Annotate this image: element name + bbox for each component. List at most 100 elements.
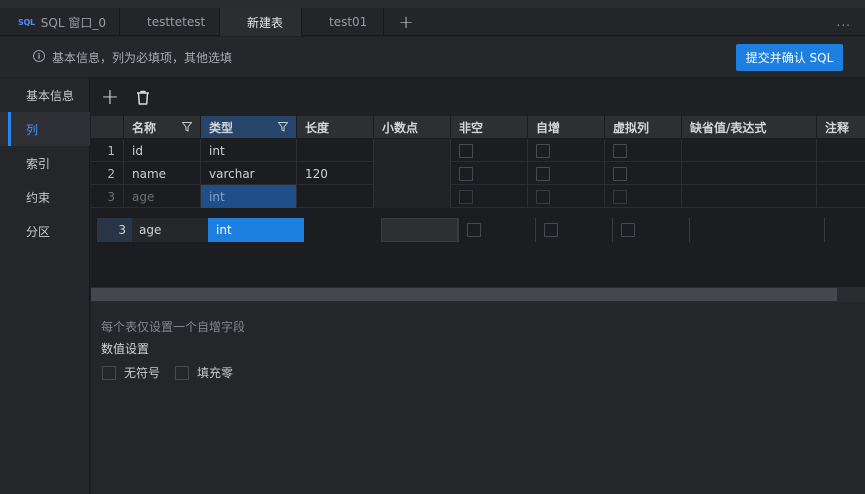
cell-comment[interactable] (817, 139, 865, 162)
column-toolbar: + (91, 78, 865, 116)
drag-cell-virtual (612, 218, 689, 242)
cell-type[interactable]: varchar (201, 162, 297, 185)
filter-icon[interactable] (278, 122, 288, 132)
option-label: 无符号 (124, 366, 161, 380)
cell-type[interactable]: int (201, 139, 297, 162)
cell-default[interactable] (682, 139, 817, 162)
cell-default[interactable] (682, 162, 817, 185)
submit-sql-button[interactable]: 提交并确认 SQL (736, 44, 843, 71)
auto-increment-checkbox (544, 223, 558, 237)
delete-icon[interactable] (132, 86, 154, 108)
sql-icon: SQL (18, 17, 35, 27)
virtual-checkbox (621, 223, 635, 237)
unsigned-checkbox[interactable] (102, 365, 116, 380)
more-tabs-icon[interactable]: ... (837, 8, 851, 36)
numeric-settings-title: 数值设置 (101, 342, 150, 356)
cell-name[interactable]: id (124, 139, 201, 162)
not-null-checkbox[interactable] (459, 166, 473, 181)
auto-increment-checkbox[interactable] (536, 143, 550, 158)
new-tab-button[interactable]: + (392, 8, 420, 36)
table-icon (312, 17, 323, 28)
cell-decimal[interactable] (374, 139, 451, 162)
cell-comment[interactable] (817, 185, 865, 208)
horizontal-scrollbar[interactable] (91, 287, 865, 302)
cell-length[interactable] (297, 185, 374, 208)
tab-sql-window[interactable]: SQL SQL 窗口_0 (8, 8, 120, 36)
tab-test01[interactable]: test01 (302, 8, 384, 36)
header-label: 名称 (132, 120, 157, 135)
cell-comment[interactable] (817, 162, 865, 185)
sidebar-item-constraints[interactable]: 约束 (0, 180, 90, 214)
drag-cell-decimal (381, 218, 458, 242)
cell-length[interactable] (297, 139, 374, 162)
cell-decimal[interactable] (374, 185, 451, 208)
drag-cell-auto-increment (535, 218, 612, 242)
header-virtual: 虚拟列 (605, 116, 682, 138)
cell-auto-increment (528, 162, 605, 185)
cell-name[interactable]: name (124, 162, 201, 185)
drag-cell-name: age (132, 218, 208, 242)
not-null-checkbox[interactable] (459, 143, 473, 158)
sidebar-item-columns[interactable]: 列 (0, 112, 90, 146)
sidebar-item-partitions[interactable]: 分区 (0, 214, 90, 248)
unsigned-option[interactable]: 无符号 (102, 364, 160, 381)
tab-label: testtetest (147, 15, 206, 29)
row-number: 3 (91, 185, 124, 208)
virtual-checkbox[interactable] (613, 189, 627, 204)
window-top-strip (0, 0, 865, 8)
add-column-icon[interactable]: + (99, 85, 121, 110)
grid-header: 名称 类型 长度 小数点 非空 自增 虚拟列 缺省值/表达式 注释 (91, 116, 865, 138)
scrollbar-thumb[interactable] (91, 288, 837, 301)
auto-increment-checkbox[interactable] (536, 166, 550, 181)
zerofill-option[interactable]: 填充零 (175, 364, 233, 381)
cell-not-null (451, 139, 528, 162)
cell-virtual (605, 139, 682, 162)
header-length: 长度 (297, 116, 374, 138)
cell-default[interactable] (682, 185, 817, 208)
table-icon (230, 17, 241, 28)
drag-preview-row[interactable]: 3 age int (97, 218, 865, 242)
sidebar-item-basic-info[interactable]: 基本信息 (0, 78, 90, 112)
virtual-checkbox[interactable] (613, 143, 627, 158)
cell-not-null (451, 185, 528, 208)
tab-new-table[interactable]: 新建表 (220, 8, 302, 36)
tab-label: SQL 窗口_0 (40, 15, 106, 30)
cell-virtual (605, 162, 682, 185)
drag-cell-not-null (458, 218, 535, 242)
cell-name[interactable]: age (124, 185, 201, 208)
drag-cell-comment (824, 218, 865, 242)
auto-increment-checkbox[interactable] (536, 189, 550, 204)
drag-row-number: 3 (97, 218, 132, 242)
virtual-checkbox[interactable] (613, 166, 627, 181)
drag-cell-type: int (208, 218, 304, 242)
sidebar-item-indexes[interactable]: 索引 (0, 146, 90, 180)
header-not-null: 非空 (451, 116, 528, 138)
header-label: 类型 (209, 120, 234, 135)
header-type[interactable]: 类型 (201, 116, 297, 138)
table-row[interactable]: 2 name varchar 120 (91, 162, 865, 185)
header-decimal: 小数点 (374, 116, 451, 138)
tab-label: 新建表 (247, 15, 284, 30)
cell-length[interactable]: 120 (297, 162, 374, 185)
cell-not-null (451, 162, 528, 185)
column-properties-panel: 每个表仅设置一个自增字段 数值设置 无符号 填充零 (91, 302, 865, 494)
table-row[interactable]: 1 id int (91, 139, 865, 162)
tab-testtetest[interactable]: testtetest (120, 8, 220, 36)
not-null-checkbox (467, 223, 481, 237)
not-null-checkbox[interactable] (459, 189, 473, 204)
header-default: 缺省值/表达式 (682, 116, 817, 138)
tab-label: test01 (329, 15, 368, 29)
cell-auto-increment (528, 185, 605, 208)
table-icon (130, 17, 141, 28)
info-text: 基本信息，列为必填项，其他选填 (52, 51, 233, 65)
cell-decimal[interactable] (374, 162, 451, 185)
row-number: 1 (91, 139, 124, 162)
filter-icon[interactable] (182, 122, 192, 132)
zerofill-checkbox[interactable] (175, 365, 189, 380)
cell-type[interactable]: int (201, 185, 297, 208)
header-comment: 注释 (817, 116, 865, 138)
info-icon: i (33, 50, 45, 62)
header-name[interactable]: 名称 (124, 116, 201, 138)
cell-virtual (605, 185, 682, 208)
table-row[interactable]: 3 age int (91, 185, 865, 208)
